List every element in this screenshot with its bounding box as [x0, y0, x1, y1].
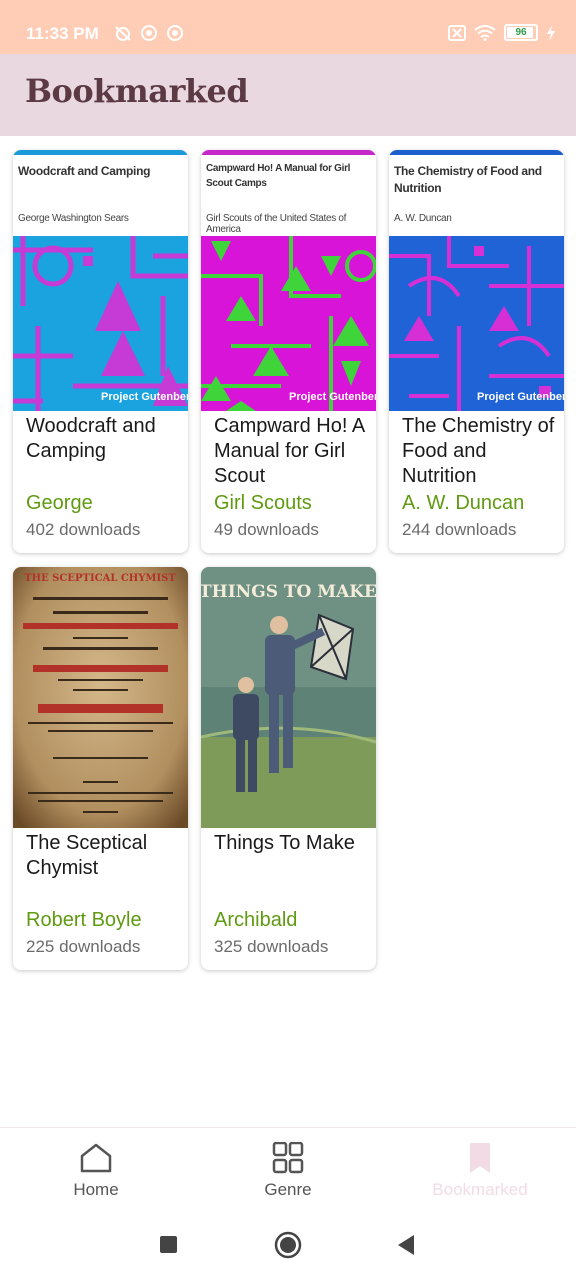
cover-author: George Washington Sears: [18, 213, 129, 224]
cover-pattern: Project Gutenberg: [201, 236, 376, 411]
nav-home[interactable]: Home: [21, 1142, 171, 1200]
book-title: The Chemistry of Food and Nutrition: [402, 415, 555, 487]
book-card[interactable]: Woodcraft and Camping George Washington …: [13, 150, 188, 553]
book-downloads: 325 downloads: [214, 937, 329, 956]
book-title: Things To Make: [214, 832, 355, 854]
cover-title: Campward Ho! A Manual for Girl Scout Cam…: [206, 163, 351, 189]
book-cover: Campward Ho! A Manual for Girl Scout Cam…: [201, 150, 376, 411]
cover-author: Girl Scouts of the United States of Amer…: [206, 213, 347, 235]
battery-icon: 96: [504, 24, 538, 41]
book-title: Woodcraft and Camping: [26, 415, 156, 462]
book-author: George: [26, 492, 93, 514]
cover-author: A. W. Duncan: [394, 213, 452, 224]
cover-publisher: Project Gutenberg: [477, 391, 564, 403]
book-downloads: 244 downloads: [402, 520, 517, 539]
status-time: 11:33 PM: [26, 24, 99, 43]
book-cover: Woodcraft and Camping George Washington …: [13, 150, 188, 411]
book-card[interactable]: Campward Ho! A Manual for Girl Scout Cam…: [201, 150, 376, 553]
book-cover: THINGS TO MAKE: [201, 567, 376, 828]
cover-title: THINGS TO MAKE: [201, 582, 376, 602]
book-author: Robert Boyle: [26, 909, 142, 931]
book-author: Girl Scouts: [214, 492, 312, 514]
charging-icon: [547, 24, 555, 41]
book-downloads: 225 downloads: [26, 937, 141, 956]
nav-genre[interactable]: Genre: [213, 1141, 363, 1200]
status-bar: 11:33 PM 96: [0, 0, 576, 54]
cover-title: Woodcraft and Camping: [18, 164, 151, 178]
bookmark-icon: [470, 1143, 490, 1173]
nav-genre-label: Genre: [264, 1180, 312, 1199]
app-bar: Bookmarked: [0, 54, 576, 136]
book-card[interactable]: THINGS TO MAKE Things To Make Archibald …: [201, 567, 376, 970]
system-navigation-bar: [0, 1217, 576, 1280]
alarm-off-icon: [115, 26, 131, 41]
sim-off-icon: [448, 24, 466, 41]
sync-icon: [167, 25, 183, 41]
nav-home-label: Home: [73, 1180, 119, 1199]
book-card[interactable]: The Chemistry of Food and Nutrition A. W…: [389, 150, 564, 553]
grid-icon: [272, 1141, 304, 1174]
book-cover: The Chemistry of Food and Nutrition A. W…: [389, 150, 564, 411]
cover-publisher: Project Gutenberg: [289, 391, 376, 403]
cover-title: THE SCEPTICAL CHYMIST: [24, 573, 176, 584]
cover-pattern: Project Gutenberg: [13, 236, 188, 411]
back-icon[interactable]: [396, 1234, 416, 1256]
home-icon: [80, 1143, 112, 1173]
cover-pattern: Project Gutenberg: [389, 236, 564, 411]
wifi-icon: [474, 24, 496, 41]
cover-title: The Chemistry of Food and Nutrition: [394, 164, 542, 195]
recents-icon[interactable]: [159, 1235, 179, 1255]
page-title: Bookmarked: [25, 72, 249, 110]
nav-bookmarked[interactable]: Bookmarked: [405, 1142, 555, 1200]
book-card[interactable]: THE SCEPTICAL CHYMIST The Sceptical Chym…: [13, 567, 188, 970]
book-author: A. W. Duncan: [402, 492, 525, 514]
bottom-navigation: Home Genre Bookmarked: [0, 1127, 576, 1218]
book-title: The Sceptical Chymist: [26, 832, 148, 879]
book-author: Archibald: [214, 909, 298, 931]
cover-publisher: Project Gutenberg: [101, 391, 188, 403]
book-cover: THE SCEPTICAL CHYMIST: [13, 567, 188, 828]
book-downloads: 402 downloads: [26, 520, 141, 539]
book-title: Campward Ho! A Manual for Girl Scout: [214, 415, 365, 487]
nav-bookmarked-label: Bookmarked: [432, 1180, 528, 1199]
dnd-icon: [141, 25, 157, 41]
book-downloads: 49 downloads: [214, 520, 319, 539]
home-button-icon[interactable]: [274, 1231, 302, 1259]
